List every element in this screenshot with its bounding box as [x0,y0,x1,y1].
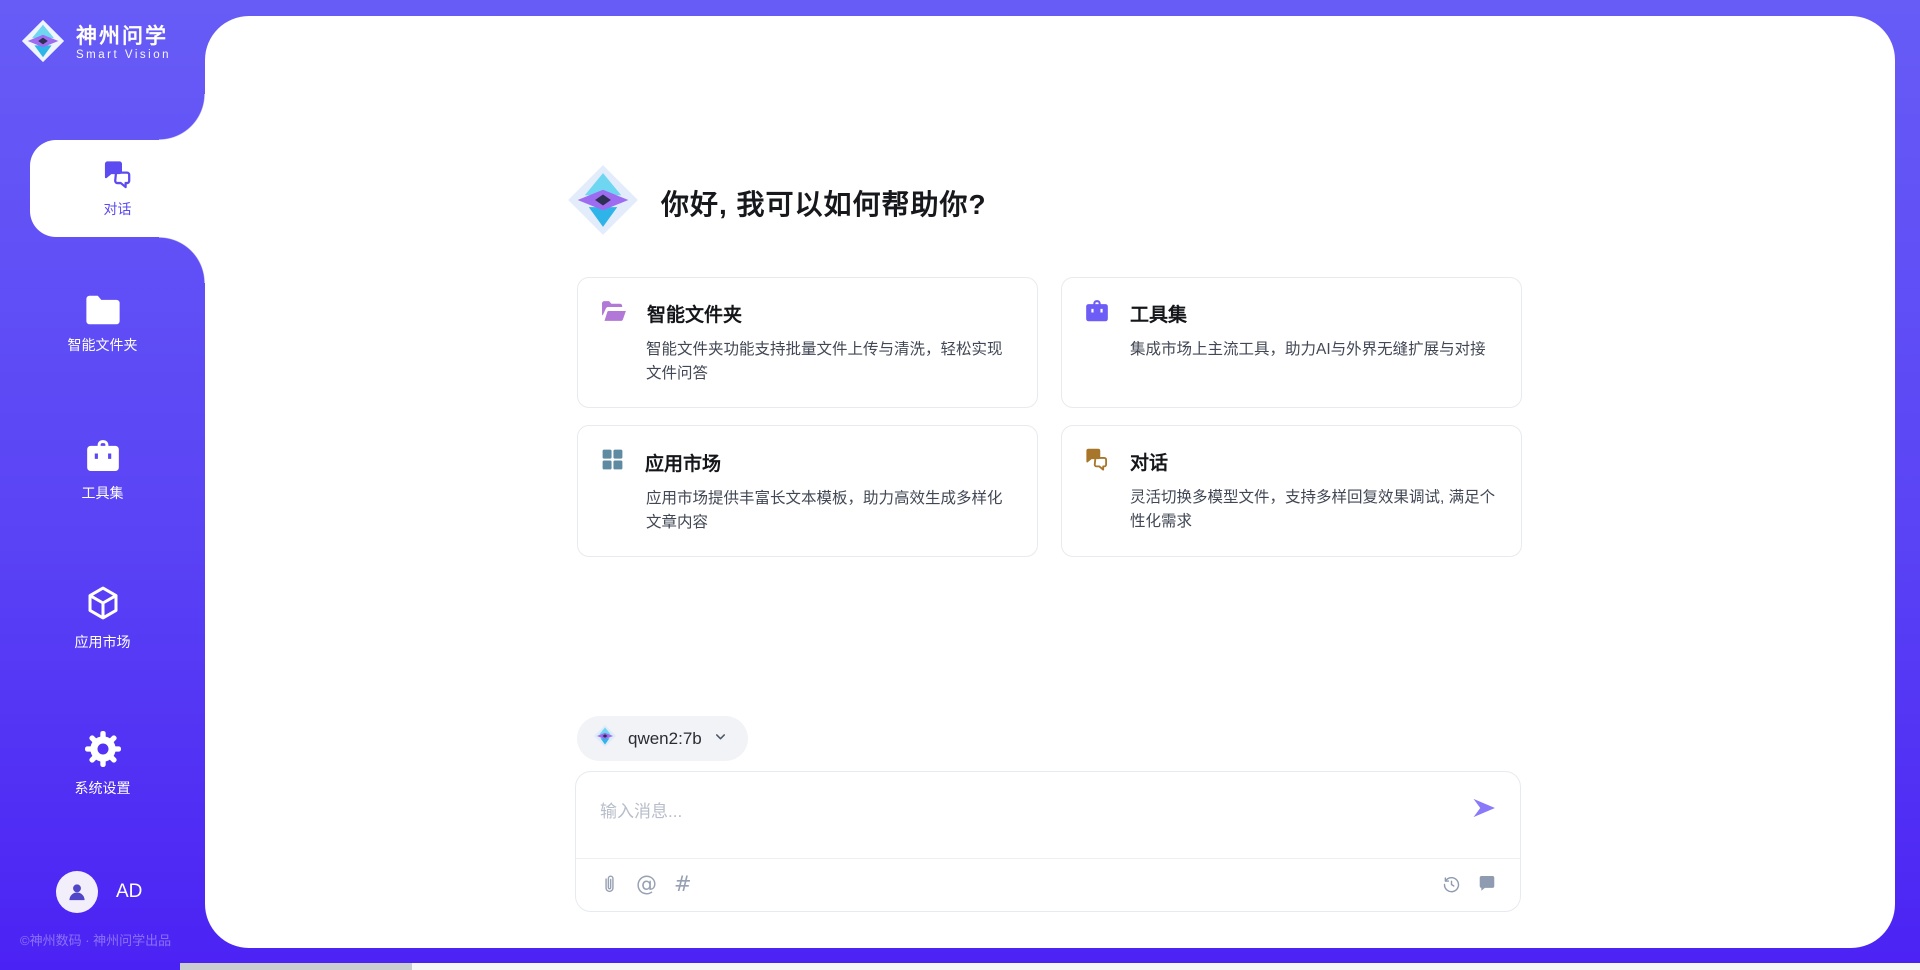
card-smart-folder[interactable]: 智能文件夹 智能文件夹功能支持批量文件上传与清洗，轻松实现文件问答 [577,277,1038,408]
chat-bubbles-icon [102,159,134,192]
mention-button[interactable]: @ [636,872,657,896]
horizontal-scrollbar[interactable] [180,963,1920,970]
card-description: 智能文件夹功能支持批量文件上传与清洗，轻松实现文件问答 [646,338,1015,386]
card-chat[interactable]: 对话 灵活切换多模型文件，支持多样回复效果调试, 满足个性化需求 [1061,425,1522,557]
hash-icon: # [674,872,692,896]
hashtag-button[interactable]: # [674,872,692,896]
chevron-down-icon [713,729,728,749]
sidebar-item-settings[interactable]: 系统设置 [0,729,205,798]
composer-divider [576,858,1520,859]
copyright-text: ©神州数码 · 神州问学出品 [20,930,171,949]
briefcase-icon [84,438,122,474]
paperclip-icon [600,873,619,895]
sidebar-item-label: 智能文件夹 [68,335,138,355]
sidebar-item-label: 工具集 [82,483,124,503]
model-diamond-icon [593,724,617,753]
card-app-market[interactable]: 应用市场 应用市场提供丰富长文本模板，助力高效生成多样化文章内容 [577,425,1038,557]
sidebar: 神州问学 Smart Vision 对话 智能文件夹 工具集 [0,0,205,970]
main-panel: 你好, 我可以如何帮助你? 智能文件夹 智能文件夹功能支持批量文件上传与清洗，轻… [205,16,1895,948]
card-title: 工具集 [1130,300,1187,327]
sidebar-item-chat[interactable]: 对话 [30,140,205,237]
message-input[interactable] [600,786,1420,838]
card-description: 灵活切换多模型文件，支持多样回复效果调试, 满足个性化需求 [1130,486,1499,534]
chat-bubble-icon [1476,874,1498,894]
brand-diamond-icon [20,18,66,69]
greeting: 你好, 我可以如何帮助你? [565,162,987,243]
folder-icon [84,294,122,326]
user-account[interactable]: AD [56,871,142,913]
cube-icon [84,583,122,623]
folder-open-icon [600,299,627,328]
card-title: 智能文件夹 [647,300,742,327]
card-title: 对话 [1130,448,1168,475]
at-icon: @ [636,872,657,896]
card-toolbox[interactable]: 工具集 集成市场上主流工具，助力AI与外界无缝扩展与对接 [1061,277,1522,408]
card-title: 应用市场 [645,449,721,476]
message-composer: @ # [575,771,1521,912]
history-button[interactable] [1441,874,1462,895]
model-name: qwen2:7b [628,729,702,749]
history-clock-icon [1441,874,1462,895]
sidebar-item-toolbox[interactable]: 工具集 [0,438,205,503]
greeting-diamond-icon [565,162,641,243]
card-description: 应用市场提供丰富长文本模板，助力高效生成多样化文章内容 [646,487,1015,535]
sidebar-item-app-market[interactable]: 应用市场 [0,583,205,652]
sidebar-item-label: 应用市场 [75,632,131,652]
greeting-title: 你好, 我可以如何帮助你? [661,183,987,223]
sidebar-item-smart-folder[interactable]: 智能文件夹 [0,294,205,355]
card-description: 集成市场上主流工具，助力AI与外界无缝扩展与对接 [1130,338,1499,362]
model-selector[interactable]: qwen2:7b [577,716,748,761]
avatar [56,871,98,913]
new-chat-button[interactable] [1476,874,1498,894]
briefcase-icon [1084,299,1110,328]
sidebar-item-label: 对话 [104,199,132,219]
sidebar-item-label: 系统设置 [75,778,131,798]
app-grid-icon [600,447,625,477]
scrollbar-thumb[interactable] [180,963,412,970]
chat-bubbles-icon [1084,447,1110,476]
attach-file-button[interactable] [600,873,619,895]
composer-toolbar: @ # [600,872,1498,896]
send-button[interactable] [1470,794,1498,822]
user-label: AD [116,881,142,903]
brand-logo: 神州问学 Smart Vision [20,18,171,69]
brand-subtitle: Smart Vision [76,49,171,62]
gear-icon [83,729,123,769]
feature-cards: 智能文件夹 智能文件夹功能支持批量文件上传与清洗，轻松实现文件问答 工具集 集成… [577,277,1522,557]
brand-name: 神州问学 [76,25,171,49]
